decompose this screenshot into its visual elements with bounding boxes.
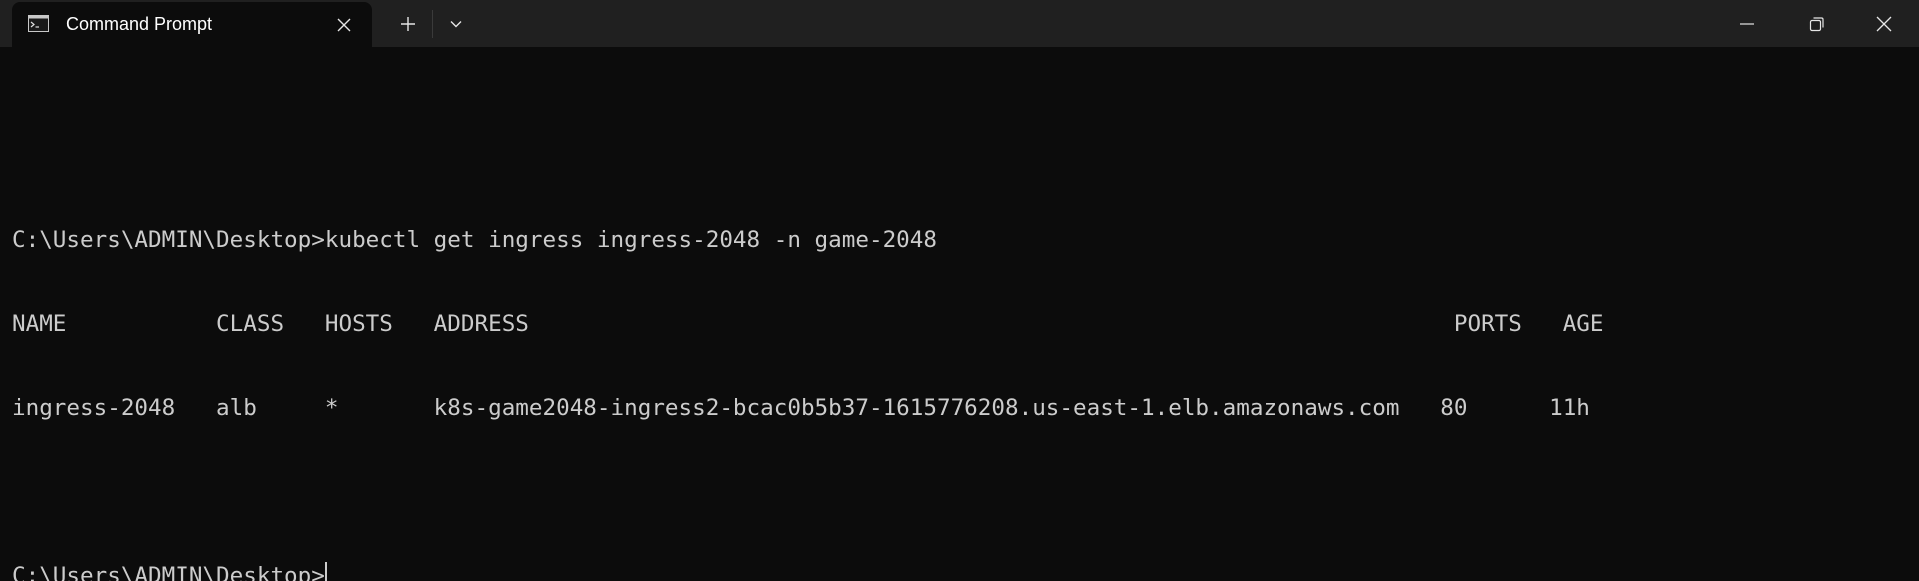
tab-dropdown-button[interactable] [440, 8, 472, 40]
minimize-icon [1740, 22, 1754, 25]
restore-icon [1809, 16, 1824, 31]
terminal-app-icon [28, 15, 49, 32]
plus-icon [401, 17, 415, 31]
close-icon [1876, 16, 1892, 31]
terminal-prompt-line: C:\Users\ADMIN\Desktop> [12, 562, 1907, 581]
text-cursor [324, 562, 327, 581]
terminal-window: Command Prompt C:\Users\ADMIN\Desktop>ku… [0, 0, 1919, 581]
terminal-table-row: ingress-2048 alb * k8s-game2048-ingress2… [12, 395, 1590, 421]
new-tab-button[interactable] [392, 8, 424, 40]
title-bar: Command Prompt [0, 0, 1919, 47]
terminal-output[interactable]: C:\Users\ADMIN\Desktop>kubectl get ingre… [12, 86, 1907, 581]
terminal-prompt: C:\Users\ADMIN\Desktop> [12, 563, 325, 581]
tab-command-prompt[interactable]: Command Prompt [12, 2, 372, 47]
chevron-down-icon [450, 21, 462, 28]
tab-divider [432, 10, 433, 38]
terminal-table-header: NAME CLASS HOSTS ADDRESS PORTS AGE [12, 311, 1604, 337]
maximize-button[interactable] [1782, 0, 1852, 47]
tab-title: Command Prompt [66, 14, 213, 34]
terminal-command-line: C:\Users\ADMIN\Desktop>kubectl get ingre… [12, 227, 937, 253]
close-icon [337, 18, 351, 32]
minimize-button[interactable] [1712, 0, 1782, 47]
close-window-button[interactable] [1849, 0, 1919, 47]
tab-close-button[interactable] [330, 11, 358, 39]
